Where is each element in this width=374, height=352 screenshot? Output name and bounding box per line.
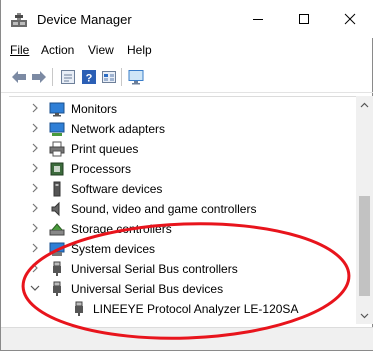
chevron-down-icon[interactable] [29,282,41,294]
software-device-icon [53,181,61,197]
tree-item-label: LINEEYE Protocol Analyzer LE-120SA [93,302,299,316]
tree-item-processors[interactable]: Processors [9,159,354,179]
title-bar[interactable]: Device Manager [1,0,373,38]
window-title: Device Manager [37,12,132,27]
chevron-up-icon [360,102,369,107]
menu-help[interactable]: Help [127,43,152,57]
minimize-icon [253,19,263,20]
chevron-right-icon[interactable] [29,122,41,134]
scroll-down-button[interactable] [356,307,373,324]
chevron-right-icon[interactable] [29,202,41,214]
tree-item-usb-devices[interactable]: Universal Serial Bus devices [9,279,354,299]
tree-item-software-devices[interactable]: Software devices [9,179,354,199]
storage-controller-icon [49,223,65,236]
svg-text:?: ? [86,73,93,85]
help-icon: ? [82,70,96,85]
properties-button[interactable] [58,67,78,87]
chevron-right-icon[interactable] [29,242,41,254]
back-button[interactable] [9,67,29,87]
speaker-icon [51,201,60,217]
tree-item-label: Processors [71,162,132,176]
tree-item-label: Print queues [71,142,139,156]
help-button[interactable]: ? [79,67,99,87]
minimize-button[interactable] [235,5,281,33]
scan-hardware-button[interactable] [126,67,146,87]
chevron-down-icon [360,313,369,318]
chevron-right-icon[interactable] [29,102,41,114]
usb-plug-icon [53,281,61,296]
tree-item-lineeye-analyzer[interactable]: LINEEYE Protocol Analyzer LE-120SA [9,299,354,319]
chevron-right-icon[interactable] [29,262,41,274]
usb-plug-icon [75,301,83,316]
tree-item-label: Network adapters [71,122,166,136]
maximize-icon [299,14,309,24]
toolbar: ? [1,62,373,93]
monitor-icon [49,102,65,117]
forward-button[interactable] [29,67,49,87]
update-driver-button[interactable] [99,67,119,87]
back-arrow-icon [12,71,26,83]
system-devices-icon [49,242,65,256]
menu-view[interactable]: View [88,43,114,57]
tree-item-label: Monitors [71,102,118,116]
menu-file-label: File [10,43,30,57]
tree-item-label: Universal Serial Bus devices [71,282,224,296]
tree-item-network-adapters[interactable]: Network adapters [9,119,354,139]
vertical-scrollbar[interactable] [356,96,373,324]
menu-bar: File Action View Help [1,40,373,60]
tree-item-usb-controllers[interactable]: Universal Serial Bus controllers [9,259,354,279]
tree-item-system-devices[interactable]: System devices [9,239,354,259]
close-button[interactable] [327,5,373,33]
forward-arrow-icon [32,71,46,83]
device-tree: Monitors Network adapters Print queues P… [9,96,356,325]
chevron-right-icon[interactable] [29,222,41,234]
scroll-thumb[interactable] [359,196,370,296]
tree-item-storage-controllers[interactable]: Storage controllers [9,219,354,239]
tree-item-label: Universal Serial Bus controllers [71,262,238,276]
chevron-right-icon[interactable] [29,142,41,154]
grid-view-icon [102,71,116,83]
chevron-right-icon[interactable] [29,162,41,174]
menu-view-label: View [88,43,114,57]
device-manager-icon [11,13,27,27]
status-bar [1,327,373,350]
tree-item-label: Sound, video and game controllers [71,202,257,216]
chevron-right-icon[interactable] [29,182,41,194]
menu-help-label: Help [127,43,152,57]
tree-item-label: Storage controllers [71,222,172,236]
toolbar-separator [52,68,53,86]
toolbar-separator-2 [121,68,122,86]
tree-item-label: Software devices [71,182,163,196]
tree-item-sound-video-game[interactable]: Sound, video and game controllers [9,199,354,219]
scroll-up-button[interactable] [356,96,373,113]
close-icon [344,13,356,25]
tree-item-label: System devices [71,242,156,256]
menu-action-label: Action [41,43,75,57]
network-adapter-icon [49,122,65,136]
menu-action[interactable]: Action [41,43,74,57]
menu-file[interactable]: File [10,43,29,57]
usb-plug-icon [53,261,61,276]
tree-item-print-queues[interactable]: Print queues [9,139,354,159]
device-manager-window: Device Manager File Action View Help ? M… [0,0,373,351]
properties-icon [61,70,75,84]
scan-monitor-icon [128,70,144,85]
printer-icon [49,141,65,157]
maximize-button[interactable] [281,5,327,33]
tree-item-monitors[interactable]: Monitors [9,99,354,119]
processor-icon [50,162,64,176]
